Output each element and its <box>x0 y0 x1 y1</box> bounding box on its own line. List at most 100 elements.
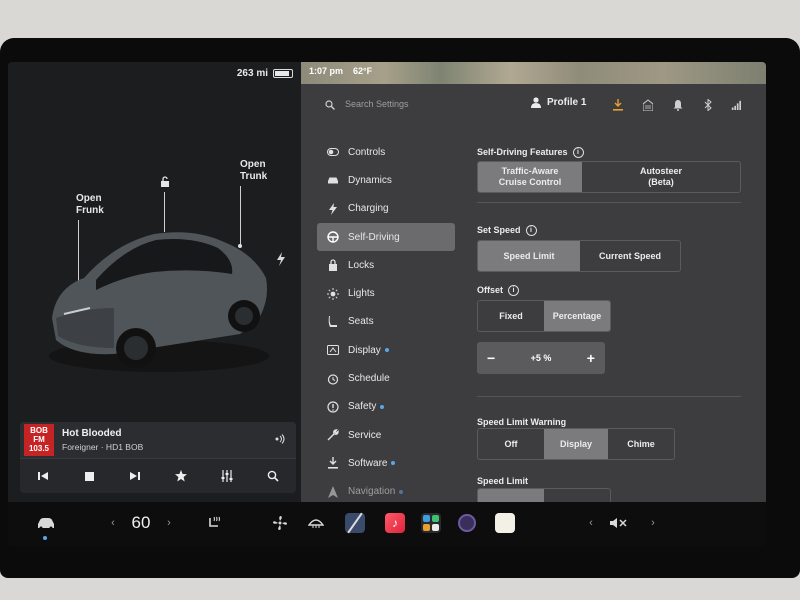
open-trunk-button[interactable]: Open Trunk <box>240 159 267 183</box>
current-speed-option[interactable]: Current Speed <box>580 241 680 271</box>
divider <box>477 202 741 203</box>
bluetooth-icon[interactable] <box>703 99 713 111</box>
offset-selector: Fixed Percentage <box>477 300 611 332</box>
map-strip[interactable]: 1:07 pm 62°F <box>301 62 766 84</box>
charge-port-icon[interactable] <box>276 252 286 266</box>
app-launcher-icon[interactable] <box>420 512 442 534</box>
profile-name: Profile 1 <box>547 97 587 108</box>
volume-muted-icon[interactable] <box>608 512 630 534</box>
temp-up-button[interactable]: › <box>164 512 174 534</box>
stop-icon[interactable] <box>81 468 97 484</box>
unlock-icon[interactable] <box>159 176 171 188</box>
sidebar-item-schedule[interactable]: Schedule <box>317 364 455 392</box>
song-title: Hot Blooded <box>62 428 122 439</box>
sidebar-item-label: Lights <box>348 288 375 300</box>
sun-icon <box>327 287 339 300</box>
sidebar-item-seats[interactable]: Seats <box>317 308 455 336</box>
settings-header: Search Settings Profile 1 <box>301 84 766 126</box>
search-icon[interactable] <box>325 100 335 110</box>
warning-chime-option[interactable]: Chime <box>608 429 674 459</box>
range-indicator: 263 mi <box>237 68 293 79</box>
song-subtitle: Foreigner · HD1 BOB <box>62 442 144 452</box>
equalizer-icon[interactable] <box>219 468 235 484</box>
offset-label: Offset <box>477 285 504 295</box>
alarm-icon <box>327 373 339 385</box>
features-selector: Traffic-Aware Cruise Control Autosteer (… <box>477 161 741 193</box>
sidebar-item-charging[interactable]: Charging <box>317 195 455 223</box>
speed-limit-section: Speed Limit <box>477 475 528 487</box>
media-search-icon[interactable] <box>265 468 281 484</box>
temp-down-button[interactable]: ‹ <box>108 512 118 534</box>
autosteer-option[interactable]: Autosteer (Beta) <box>582 162 740 192</box>
cabin-temperature[interactable]: 60 <box>126 512 156 534</box>
sidebar-item-display[interactable]: Display <box>317 336 455 364</box>
volume-down-button[interactable]: ‹ <box>586 512 596 534</box>
station-logo: BOB FM 103.5 <box>24 424 54 456</box>
favorite-star-icon[interactable] <box>173 468 189 484</box>
profile-button[interactable]: Profile 1 <box>531 97 586 108</box>
camera-off-icon[interactable] <box>344 512 366 534</box>
audio-source-icon[interactable] <box>274 433 286 445</box>
offset-stepper: − +5 % + <box>477 342 605 374</box>
set-speed-section: Set Speed i <box>477 224 537 236</box>
bell-icon[interactable] <box>673 99 683 111</box>
warning-label: Speed Limit Warning <box>477 417 567 427</box>
features-section: Self-Driving Features i <box>477 146 584 158</box>
sidebar-item-label: Schedule <box>348 373 390 385</box>
volume-up-button[interactable]: › <box>648 512 658 534</box>
search-input[interactable]: Search Settings <box>345 99 409 109</box>
sidebar-item-safety[interactable]: Safety <box>317 393 455 421</box>
sidebar-item-locks[interactable]: Locks <box>317 251 455 279</box>
notification-dot <box>380 404 385 409</box>
media-player[interactable]: BOB FM 103.5 Hot Blooded Foreigner · HD1… <box>20 422 296 493</box>
seat-heater-icon[interactable] <box>204 512 224 534</box>
car-icon[interactable] <box>34 512 58 534</box>
sidebar-item-dynamics[interactable]: Dynamics <box>317 166 455 194</box>
fan-icon[interactable] <box>270 512 290 534</box>
sidebar-item-label: Locks <box>348 259 375 271</box>
warning-off-option[interactable]: Off <box>478 429 544 459</box>
lte-signal-icon <box>731 100 741 110</box>
decrease-button[interactable]: − <box>487 350 495 366</box>
sidebar-item-lights[interactable]: Lights <box>317 279 455 307</box>
sidebar-item-controls[interactable]: Controls <box>317 138 455 166</box>
active-indicator <box>43 536 47 540</box>
sidebar-item-label: Seats <box>348 316 374 328</box>
dashcam-app-icon[interactable] <box>456 512 478 534</box>
info-icon[interactable]: i <box>572 146 584 158</box>
speed-limit-option[interactable]: Speed Limit <box>478 241 580 271</box>
previous-track-icon[interactable] <box>35 468 51 484</box>
clock: 1:07 pm <box>309 66 344 76</box>
percentage-option[interactable]: Percentage <box>544 301 610 331</box>
car-model-image <box>49 232 269 372</box>
steering-wheel-icon <box>327 231 339 243</box>
info-icon[interactable]: i <box>525 224 537 236</box>
notification-dot <box>399 489 404 494</box>
increase-button[interactable]: + <box>587 350 595 366</box>
defrost-icon[interactable] <box>306 512 326 534</box>
notes-app-icon[interactable] <box>494 512 516 534</box>
fixed-option[interactable]: Fixed <box>478 301 544 331</box>
download-icon[interactable] <box>613 99 623 111</box>
info-icon[interactable]: i <box>508 284 520 296</box>
garage-icon[interactable] <box>643 99 653 111</box>
seat-icon <box>327 315 339 328</box>
sidebar-item-label: Charging <box>348 203 389 215</box>
notification-dot <box>384 348 389 353</box>
features-label: Self-Driving Features <box>477 147 568 157</box>
alert-icon <box>327 401 339 413</box>
music-app-icon[interactable]: ♪ <box>384 512 406 534</box>
display-icon <box>327 344 339 356</box>
next-track-icon[interactable] <box>127 468 143 484</box>
set-speed-label: Set Speed <box>477 225 521 235</box>
sidebar-item-service[interactable]: Service <box>317 421 455 449</box>
sidebar-item-software[interactable]: Software <box>317 449 455 477</box>
offset-section: Offset i <box>477 284 520 296</box>
sidebar-item-label: Self-Driving <box>348 231 400 243</box>
offset-value: +5 % <box>530 353 552 363</box>
tacc-option[interactable]: Traffic-Aware Cruise Control <box>478 162 582 192</box>
sidebar-item-label: Safety <box>348 401 377 413</box>
range-text: 263 mi <box>236 68 268 79</box>
warning-display-option[interactable]: Display <box>544 429 608 459</box>
sidebar-item-self-driving[interactable]: Self-Driving <box>317 222 455 252</box>
